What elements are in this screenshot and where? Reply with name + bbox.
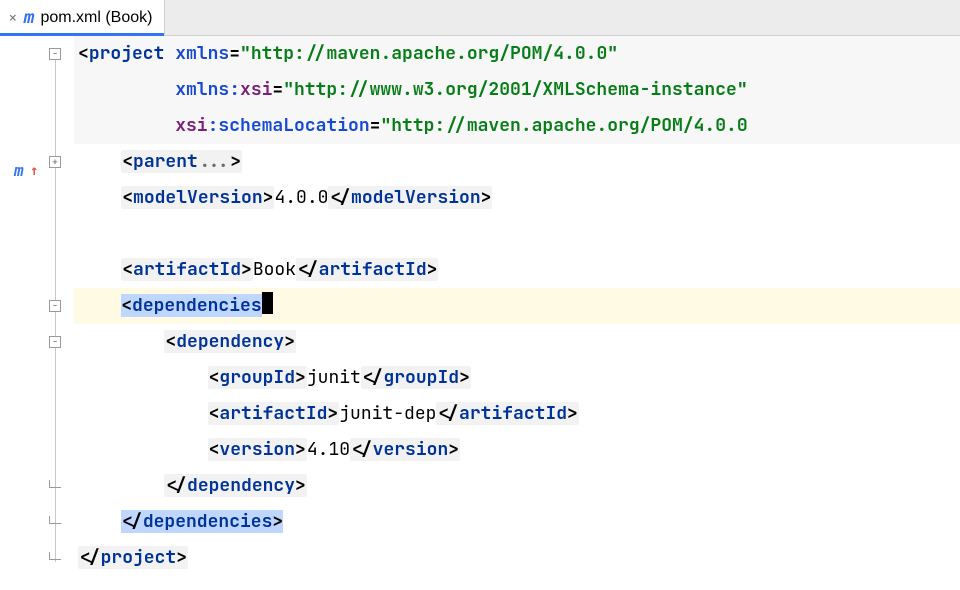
code-line[interactable]: </dependencies> [74,504,960,540]
code-line[interactable]: </dependency> [74,468,960,504]
code-line[interactable]: <project xmlns="http://maven.apache.org/… [74,36,960,72]
editor: × m pom.xml (Book) m ↑ − + − − <project … [0,0,960,590]
editor-tab[interactable]: × m pom.xml (Book) [0,0,165,35]
code-line[interactable]: </project> [74,540,960,576]
fold-toggle-icon[interactable]: − [49,48,61,60]
tab-label: pom.xml (Book) [40,9,152,27]
maven-gutter-icon[interactable]: m [14,153,24,189]
fold-column: − + − − [44,36,74,590]
close-icon[interactable]: × [8,10,18,26]
code-line[interactable]: <artifactId>Book</artifactId> [74,252,960,288]
tab-bar: × m pom.xml (Book) [0,0,960,36]
fold-end-icon [49,516,61,524]
fold-toggle-icon[interactable]: + [49,156,61,168]
code-line[interactable] [74,216,960,252]
code-line[interactable]: <parent...> [74,144,960,180]
code-line[interactable]: <dependency> [74,324,960,360]
editor-body[interactable]: m ↑ − + − − <project xmlns="http://maven… [0,36,960,590]
arrow-up-icon[interactable]: ↑ [30,153,38,189]
gutter: m ↑ [0,36,44,590]
maven-file-icon: m [24,7,35,28]
fold-toggle-icon[interactable]: − [49,300,61,312]
code-line[interactable]: <groupId>junit</groupId> [74,360,960,396]
caret-icon [262,292,273,314]
code-line[interactable]: xmlns:xsi="http://www.w3.org/2001/XMLSch… [74,72,960,108]
code-area[interactable]: <project xmlns="http://maven.apache.org/… [74,36,960,590]
fold-end-icon [49,480,61,488]
code-line[interactable]: <modelVersion>4.0.0</modelVersion> [74,180,960,216]
code-line[interactable]: <artifactId>junit-dep</artifactId> [74,396,960,432]
fold-toggle-icon[interactable]: − [49,336,61,348]
code-line[interactable]: <dependencies [74,288,960,324]
fold-end-icon [49,552,61,560]
code-line[interactable]: xsi:schemaLocation="http://maven.apache.… [74,108,960,144]
code-line[interactable]: <version>4.10</version> [74,432,960,468]
